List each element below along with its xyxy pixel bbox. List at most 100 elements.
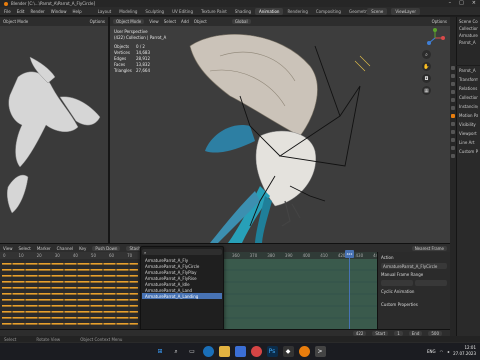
dopesheet-menu-marker[interactable]: Marker [37,246,51,251]
clock[interactable]: 12:01 27.07.2023 [453,345,476,357]
maximize-icon[interactable]: □ [459,0,464,6]
tab-modeling[interactable]: Modeling [115,8,141,15]
cyclic-animation-checkbox[interactable]: Cyclic Animation [381,289,447,294]
panel-transform[interactable]: Transform [459,77,478,82]
outliner-item[interactable]: Collection [459,26,478,31]
panel-line-art[interactable]: Line Art [459,140,478,145]
ruler-tick: 410 [320,253,328,258]
left-viewport[interactable] [0,17,108,243]
language-indicator[interactable]: ENG [427,349,436,354]
dopesheet-menu-channel[interactable]: Channel [57,246,73,251]
minimize-icon[interactable]: – [449,0,452,6]
zoom-icon[interactable]: ⌕ [422,50,431,59]
object-tab-icon[interactable] [451,114,455,118]
properties-editor[interactable]: Parrot_A Transform Relations Collections… [456,66,480,342]
outliner-item[interactable]: Armature [459,33,478,38]
panel-custom-properties[interactable]: Custom Properties [459,149,478,154]
dopesheet-menu-select[interactable]: Select [19,246,31,251]
action-section-header[interactable]: Action [381,255,447,260]
render-tab-icon[interactable] [451,74,455,78]
task-view-icon[interactable]: ▭ [187,346,198,357]
end-frame-field[interactable] [415,280,447,286]
tab-layout[interactable]: Layout [94,8,116,15]
outliner-item[interactable]: Parrot_A [459,40,478,45]
snapping-dropdown[interactable]: Nearest Frame [411,245,447,251]
edge-browser-icon[interactable] [202,346,214,357]
playhead[interactable]: 422 [345,250,354,258]
navigation-gizmo[interactable] [424,28,446,48]
menu-file[interactable]: File [4,9,11,14]
constraint-tab-icon[interactable] [451,138,455,142]
tab-compositing[interactable]: Compositing [312,8,345,15]
wifi-icon[interactable]: ◠ [440,349,444,354]
panel-relations[interactable]: Relations [459,86,478,91]
tab-texture-paint[interactable]: Texture Paint [197,8,231,15]
dopesheet-menu-view[interactable]: View [3,246,13,251]
manual-frame-range-checkbox[interactable]: Manual Frame Range [381,272,447,277]
photoshop-icon[interactable]: Ps [266,346,278,357]
tool-tab-icon[interactable] [451,66,455,70]
outliner[interactable]: Scene Collection Collection Armature Par… [456,17,480,65]
menu-edit[interactable]: Edit [17,9,25,14]
menu-add[interactable]: Add [181,19,189,24]
search-icon[interactable]: ⌕ [171,346,182,357]
grid-icon[interactable]: ▦ [422,86,431,95]
frame-ruler-left[interactable]: 0 10 20 30 40 50 60 70 [0,252,140,259]
material-tab-icon[interactable] [451,154,455,158]
modifier-tab-icon[interactable] [451,122,455,126]
dopesheet-keyframe-area[interactable] [0,252,140,336]
menu-object[interactable]: Object [194,19,207,24]
close-icon[interactable]: × [472,0,476,6]
view-layer-selector[interactable]: ViewLayer [391,8,420,15]
outliner-item[interactable]: Scene Collection [459,19,478,24]
tab-rendering[interactable]: Rendering [283,8,311,15]
panel-visibility[interactable]: Visibility [459,122,478,127]
panel-motion-paths[interactable]: Motion Paths [459,113,478,118]
output-tab-icon[interactable] [451,82,455,86]
menu-help[interactable]: Help [72,9,81,14]
action-search-input[interactable]: ⌕ [142,249,222,255]
unity-icon[interactable]: ◆ [282,346,294,357]
action-name-field[interactable]: ArmatureParrot_A_FlyCircle [381,263,447,269]
action-range-area[interactable] [222,252,377,336]
tab-sculpting[interactable]: Sculpting [141,8,168,15]
view-layer-tab-icon[interactable] [451,90,455,94]
chrome-icon[interactable] [250,346,262,357]
orientation-dropdown[interactable]: Global [231,19,251,24]
stat-row: Triangles 27,664 [114,68,150,73]
tab-shading[interactable]: Shading [231,8,255,15]
menu-select[interactable]: Select [164,19,176,24]
file-explorer-icon[interactable] [218,346,230,357]
panel-viewport-display[interactable]: Viewport Display [459,131,478,136]
left-options[interactable]: Options [90,19,105,24]
object-name-field[interactable]: Parrot_A [459,68,478,73]
scene-selector[interactable]: Scene [367,8,388,15]
custom-properties-panel[interactable]: Custom Properties [381,302,447,307]
volume-icon[interactable]: ◂ [447,349,449,354]
physics-tab-icon[interactable] [451,130,455,134]
menu-render[interactable]: Render [30,9,44,14]
terminal-icon[interactable]: > [314,346,326,357]
main-options[interactable]: Options [432,19,447,24]
store-icon[interactable] [234,346,246,357]
panel-instancing[interactable]: Instancing [459,104,478,109]
panel-collections[interactable]: Collections [459,95,478,100]
data-tab-icon[interactable] [451,146,455,150]
object-mode-dropdown[interactable]: Object Mode [113,19,145,24]
world-tab-icon[interactable] [451,106,455,110]
tab-animation[interactable]: Animation [255,7,284,15]
menu-view[interactable]: View [149,19,159,24]
ruler-tick: 70 [127,253,133,258]
scene-tab-icon[interactable] [451,98,455,102]
left-mode-dropdown[interactable]: Object Mode [3,19,28,24]
tab-uv-editing[interactable]: UV Editing [168,8,197,15]
camera-icon[interactable]: ◘ [422,74,431,83]
start-frame-field[interactable] [381,280,413,286]
pan-icon[interactable]: ✋ [422,62,431,71]
blender-taskbar-icon[interactable] [298,346,310,357]
dopesheet-menu-key[interactable]: Key [79,246,86,251]
menu-window[interactable]: Window [51,9,67,14]
action-list-item-selected[interactable]: ArmatureParrot_A_Landing [142,293,222,299]
windows-start-icon[interactable]: ⊞ [155,346,166,357]
push-down-button[interactable]: Push Down [92,245,121,251]
